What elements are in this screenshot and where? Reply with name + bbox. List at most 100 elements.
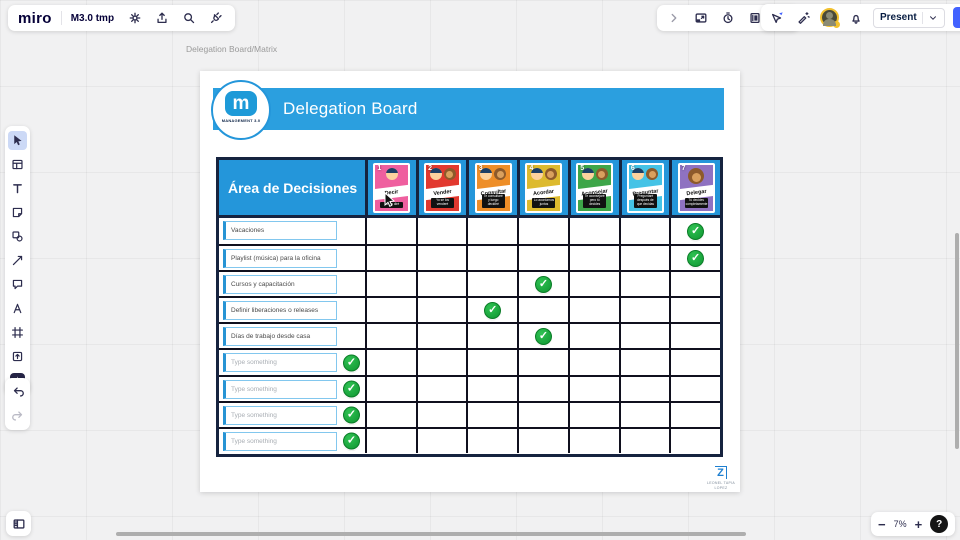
decision-text-box[interactable]: Type something bbox=[223, 406, 337, 425]
delegation-card-cell[interactable]: 5 Aconsejar Te aconsejaré pero tú decide… bbox=[568, 160, 619, 215]
checkmark-icon[interactable]: ✓ bbox=[484, 302, 501, 319]
decision-area-cell[interactable]: Días de trabajo desde casa bbox=[219, 324, 365, 348]
matrix-cell[interactable] bbox=[365, 429, 416, 453]
matrix-cell[interactable] bbox=[669, 377, 720, 401]
decision-area-cell[interactable]: Playlist (música) para la oficina bbox=[219, 246, 365, 270]
matrix-cell[interactable] bbox=[365, 403, 416, 427]
miro-logo[interactable]: miro bbox=[18, 10, 52, 27]
checkmark-icon[interactable]: ✓ bbox=[343, 354, 360, 371]
matrix-cell[interactable] bbox=[517, 350, 568, 374]
matrix-cell[interactable] bbox=[619, 429, 670, 453]
matrix-cell[interactable] bbox=[669, 272, 720, 296]
matrix-cell[interactable] bbox=[669, 298, 720, 322]
vertical-scrollbar[interactable] bbox=[955, 233, 959, 449]
matrix-cell[interactable] bbox=[365, 272, 416, 296]
comment-tool[interactable] bbox=[8, 275, 27, 294]
matrix-cell[interactable] bbox=[466, 218, 517, 244]
decision-area-cell[interactable]: Definir liberaciones o releases bbox=[219, 298, 365, 322]
decision-text-box[interactable]: Playlist (música) para la oficina bbox=[223, 249, 337, 268]
matrix-cell[interactable] bbox=[568, 246, 619, 270]
timer-button[interactable] bbox=[719, 9, 737, 27]
matrix-cell[interactable] bbox=[669, 403, 720, 427]
decision-area-cell[interactable]: Vacaciones bbox=[219, 218, 365, 244]
decision-area-cell[interactable]: Type something ✓ bbox=[219, 350, 365, 374]
matrix-cell[interactable] bbox=[466, 246, 517, 270]
matrix-cell[interactable] bbox=[568, 403, 619, 427]
horizontal-scrollbar[interactable] bbox=[116, 532, 746, 536]
decision-text-box[interactable]: Type something bbox=[223, 432, 337, 451]
matrix-cell[interactable] bbox=[568, 429, 619, 453]
matrix-cell[interactable] bbox=[568, 324, 619, 348]
matrix-cell[interactable] bbox=[669, 324, 720, 348]
matrix-cell[interactable] bbox=[619, 403, 670, 427]
decision-text-box[interactable]: Type something bbox=[223, 353, 337, 372]
matrix-cell[interactable] bbox=[416, 298, 467, 322]
matrix-cell[interactable] bbox=[416, 403, 467, 427]
matrix-cell[interactable] bbox=[365, 350, 416, 374]
upload-tool[interactable] bbox=[8, 347, 27, 366]
delegation-card-cell[interactable]: 7 Delegar Tú decides completamente bbox=[669, 160, 720, 215]
decision-text-box[interactable]: Definir liberaciones o releases bbox=[223, 301, 337, 320]
matrix-cell[interactable] bbox=[619, 218, 670, 244]
matrix-cell[interactable] bbox=[669, 429, 720, 453]
checkmark-icon[interactable]: ✓ bbox=[687, 223, 704, 240]
matrix-cell[interactable] bbox=[619, 246, 670, 270]
redo-button[interactable] bbox=[9, 407, 27, 425]
delegation-card-cell[interactable]: 6 Preguntar Preguntaré después de que de… bbox=[619, 160, 670, 215]
matrix-cell[interactable] bbox=[466, 403, 517, 427]
matrix-cell[interactable] bbox=[568, 377, 619, 401]
matrix-cell[interactable] bbox=[466, 350, 517, 374]
matrix-cell[interactable] bbox=[365, 377, 416, 401]
matrix-cell[interactable] bbox=[669, 350, 720, 374]
search-button[interactable] bbox=[180, 9, 198, 27]
text-tool[interactable] bbox=[8, 179, 27, 198]
matrix-cell[interactable]: ✓ bbox=[517, 272, 568, 296]
matrix-cell[interactable] bbox=[619, 350, 670, 374]
matrix-cell[interactable] bbox=[365, 324, 416, 348]
matrix-cell[interactable] bbox=[517, 429, 568, 453]
shapes-tool[interactable] bbox=[8, 227, 27, 246]
frame-title[interactable]: Delegation Board/Matrix bbox=[186, 44, 277, 54]
matrix-cell[interactable] bbox=[416, 246, 467, 270]
zoom-level[interactable]: 7% bbox=[894, 519, 907, 529]
delegation-card-cell[interactable]: 3 Consultar Te consultaré y luego decidi… bbox=[466, 160, 517, 215]
matrix-cell[interactable] bbox=[568, 218, 619, 244]
templates-tool[interactable] bbox=[8, 155, 27, 174]
frames-tool[interactable] bbox=[8, 323, 27, 342]
checkmark-icon[interactable]: ✓ bbox=[535, 328, 552, 345]
matrix-cell[interactable] bbox=[619, 324, 670, 348]
matrix-cell[interactable] bbox=[619, 377, 670, 401]
checkmark-icon[interactable]: ✓ bbox=[687, 250, 704, 267]
matrix-cell[interactable] bbox=[517, 403, 568, 427]
matrix-cell[interactable] bbox=[517, 218, 568, 244]
decision-area-cell[interactable]: Cursos y capacitación bbox=[219, 272, 365, 296]
matrix-cell[interactable] bbox=[416, 377, 467, 401]
notifications-button[interactable] bbox=[847, 9, 865, 27]
decision-text-box[interactable]: Días de trabajo desde casa bbox=[223, 327, 337, 346]
decision-area-cell[interactable]: Type something ✓ bbox=[219, 377, 365, 401]
delegation-board-frame[interactable]: Delegation Board m MANAGEMENT 3.0 Área d… bbox=[200, 71, 740, 492]
matrix-cell[interactable] bbox=[568, 272, 619, 296]
select-tool[interactable] bbox=[8, 131, 27, 150]
matrix-cell[interactable] bbox=[568, 350, 619, 374]
matrix-cell[interactable] bbox=[365, 298, 416, 322]
matrix-cell[interactable] bbox=[416, 350, 467, 374]
share-button[interactable]: Share bbox=[953, 7, 960, 28]
pen-tool[interactable] bbox=[8, 299, 27, 318]
checkmark-icon[interactable]: ✓ bbox=[535, 276, 552, 293]
sticky-note-tool[interactable] bbox=[8, 203, 27, 222]
zoom-in-button[interactable]: + bbox=[915, 518, 923, 531]
matrix-cell[interactable]: ✓ bbox=[669, 218, 720, 244]
help-button[interactable]: ? bbox=[930, 515, 948, 533]
zoom-out-button[interactable]: − bbox=[878, 518, 886, 531]
decision-area-cell[interactable]: Type something ✓ bbox=[219, 429, 365, 453]
matrix-cell[interactable] bbox=[365, 218, 416, 244]
matrix-cell[interactable] bbox=[466, 377, 517, 401]
present-button[interactable]: Present bbox=[873, 8, 945, 28]
undo-button[interactable] bbox=[9, 383, 27, 401]
matrix-cell[interactable] bbox=[517, 377, 568, 401]
matrix-cell[interactable] bbox=[568, 298, 619, 322]
matrix-cell[interactable] bbox=[517, 298, 568, 322]
user-avatar[interactable] bbox=[820, 8, 839, 27]
expand-panel-button[interactable] bbox=[665, 9, 683, 27]
